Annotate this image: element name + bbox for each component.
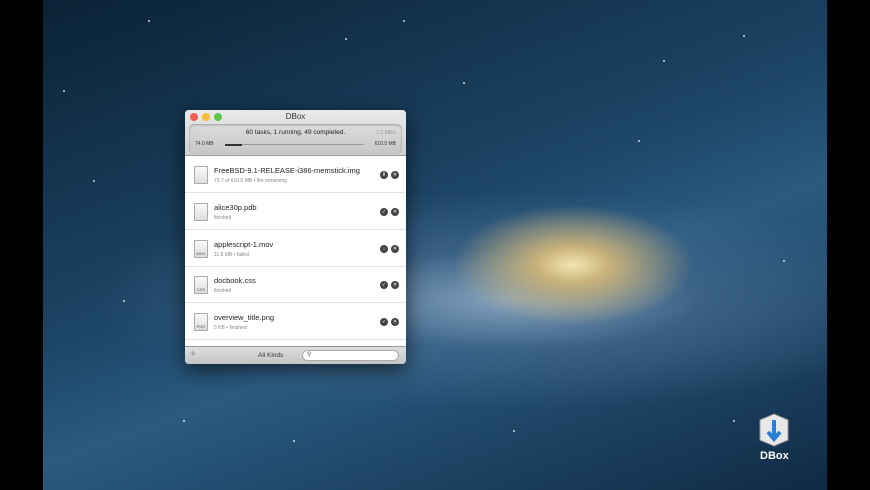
reveal-button[interactable]: ✓	[380, 281, 388, 290]
star	[293, 440, 295, 442]
dock-app-label: DBox	[760, 450, 789, 462]
task-detail: 5 KB • finished	[214, 325, 247, 332]
star	[148, 20, 150, 22]
pause-icon: II	[382, 172, 386, 178]
dbox-app-icon[interactable]	[756, 412, 792, 448]
window-title: DBox	[285, 112, 306, 121]
star	[345, 38, 347, 40]
reveal-icon: ✓	[381, 282, 387, 289]
desktop-background	[43, 0, 827, 490]
remove-task-button[interactable]: ✕	[391, 281, 399, 290]
task-detail: 11.8 MB • failed	[214, 251, 249, 258]
download-icon: ↓	[382, 245, 386, 252]
star	[123, 300, 125, 302]
star	[783, 260, 785, 262]
download-button[interactable]: ↓	[380, 244, 388, 253]
file-icon	[194, 166, 208, 184]
task-detail: finished	[214, 288, 232, 295]
add-task-button[interactable]: +	[190, 349, 196, 360]
file-icon: MOV	[194, 239, 208, 258]
star	[513, 430, 515, 432]
task-row[interactable]: MOV applescript-1.mov 11.8 MB • failed ↓…	[185, 231, 406, 267]
reveal-icon: ✓	[381, 208, 387, 215]
task-name: alice30p.pdb	[214, 202, 257, 212]
task-detail: 73.7 of 610.5 MB • 8m remaining	[214, 178, 287, 184]
search-icon: ⚲	[307, 352, 312, 358]
dbox-window: DBox 60 tasks, 1 running, 49 completed. …	[185, 110, 406, 364]
remove-task-button[interactable]: ✕	[391, 318, 399, 327]
task-name: docbook.css	[214, 276, 256, 286]
task-row[interactable]: FreeBSD-9.1-RELEASE-i386-memstick.img 73…	[185, 157, 406, 193]
task-name: FreeBSD-9.1-RELEASE-i386-memstick.img	[214, 166, 360, 175]
task-summary: 60 tasks, 1 running, 49 completed.	[245, 129, 346, 136]
task-name: applescript-1.mov	[214, 239, 274, 249]
task-name: overview_title.png	[214, 313, 275, 323]
search-input[interactable]: ⚲	[302, 350, 399, 361]
star	[663, 60, 665, 62]
total-size: 610.5 MB	[374, 141, 396, 147]
close-icon: ✕	[392, 282, 398, 289]
star	[638, 140, 640, 142]
task-row[interactable]: alice30p.pdb finished ✓ ✕	[185, 194, 406, 230]
star	[183, 420, 185, 422]
file-icon: PNG	[194, 313, 208, 332]
title-bar: DBox 60 tasks, 1 running, 49 completed. …	[185, 110, 406, 156]
kind-filter[interactable]: All Kinds	[258, 352, 283, 359]
overall-progress-bar	[225, 143, 364, 146]
remove-task-button[interactable]: ✕	[391, 207, 399, 216]
file-icon: CSS	[194, 276, 208, 295]
star	[403, 20, 405, 22]
task-row[interactable]: CSS docbook.css finished ✓ ✕	[185, 267, 406, 304]
star	[93, 180, 95, 182]
star	[63, 90, 65, 92]
close-icon: ✕	[392, 208, 398, 215]
progress-fill	[225, 143, 242, 146]
remove-task-button[interactable]: ✕	[391, 244, 399, 253]
star	[733, 420, 735, 422]
close-icon: ✕	[392, 172, 398, 178]
reveal-button[interactable]: ✓	[380, 318, 388, 327]
download-speed: 1.0 MB/s	[376, 130, 396, 136]
close-icon: ✕	[392, 245, 398, 252]
star	[463, 82, 465, 84]
star	[743, 35, 745, 37]
pause-button[interactable]: II	[380, 171, 388, 179]
bottom-bar: + All Kinds ⚲	[185, 346, 406, 364]
task-detail: finished	[214, 214, 232, 221]
file-icon	[194, 202, 208, 221]
remove-task-button[interactable]: ✕	[391, 171, 399, 179]
downloaded-size: 74.0 MB	[195, 141, 214, 147]
status-panel: 60 tasks, 1 running, 49 completed. 1.0 M…	[189, 124, 402, 154]
close-icon: ✕	[392, 319, 398, 326]
task-row[interactable]: PNG overview_title.png 5 KB • finished ✓…	[185, 304, 406, 341]
reveal-icon: ✓	[381, 319, 387, 326]
reveal-button[interactable]: ✓	[380, 207, 388, 216]
